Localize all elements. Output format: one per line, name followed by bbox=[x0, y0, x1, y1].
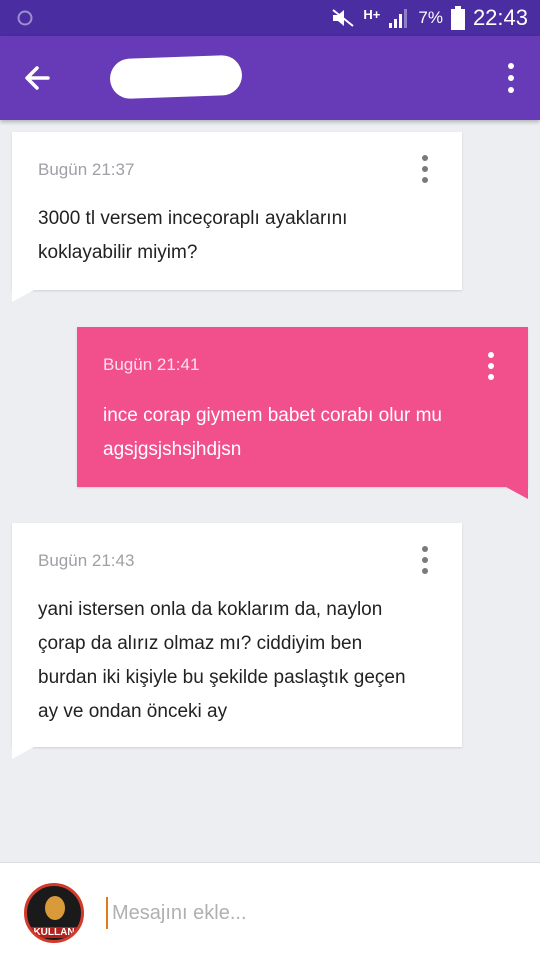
bubble-tail bbox=[12, 747, 34, 759]
message-timestamp: Bugün 21:37 bbox=[38, 160, 135, 179]
message-text: yani istersen onla da koklarım da, naylo… bbox=[38, 599, 406, 722]
network-type-indicator: H+ bbox=[363, 6, 381, 22]
message-timestamp: Bugün 21:41 bbox=[103, 355, 200, 374]
avatar-logo-text: KULLAN bbox=[27, 927, 81, 938]
mute-icon bbox=[332, 9, 354, 27]
sync-icon bbox=[17, 10, 33, 26]
contact-name bbox=[109, 54, 243, 100]
signal-icon bbox=[389, 9, 408, 28]
message-options-icon[interactable] bbox=[484, 351, 498, 381]
status-bar: H+ 7% 22:43 bbox=[0, 0, 540, 36]
message-input[interactable] bbox=[106, 897, 516, 929]
app-bar bbox=[0, 36, 540, 120]
message-text: ince corap giymem babet corabı olur mu a… bbox=[103, 405, 442, 460]
message-bubble-incoming: Bugün 21:43 yani istersen onla da koklar… bbox=[12, 523, 462, 747]
battery-icon bbox=[450, 6, 465, 30]
back-arrow-icon[interactable] bbox=[18, 58, 58, 98]
message-options-icon[interactable] bbox=[418, 545, 432, 575]
bubble-tail bbox=[506, 487, 528, 499]
message-options-icon[interactable] bbox=[418, 154, 432, 184]
user-avatar[interactable]: KULLAN bbox=[24, 883, 84, 943]
overflow-menu-icon[interactable] bbox=[504, 62, 518, 94]
avatar-figure bbox=[45, 896, 65, 920]
battery-percentage: 7% bbox=[418, 8, 443, 27]
bubble-tail bbox=[12, 290, 34, 302]
message-timestamp: Bugün 21:43 bbox=[38, 551, 135, 570]
message-text: 3000 tl versem inceçoraplı ayaklarını ko… bbox=[38, 208, 348, 263]
message-composer: KULLAN bbox=[0, 862, 540, 961]
message-bubble-incoming: Bugün 21:37 3000 tl versem inceçoraplı a… bbox=[12, 132, 462, 290]
message-bubble-outgoing: Bugün 21:41 ince corap giymem babet cora… bbox=[77, 327, 528, 487]
status-clock: 22:43 bbox=[472, 5, 528, 30]
